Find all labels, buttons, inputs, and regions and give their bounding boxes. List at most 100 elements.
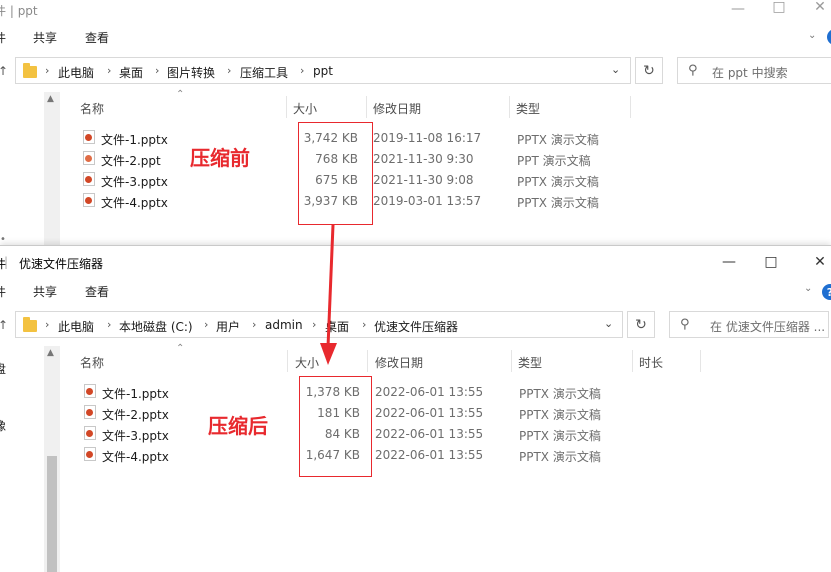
file-name: 文件-1.pptx xyxy=(102,387,169,401)
file-date: 2019-03-01 13:57 xyxy=(373,194,482,208)
sort-ascending-icon: ⌃ xyxy=(176,89,185,100)
file-date: 2019-11-08 16:17 xyxy=(373,131,482,145)
breadcrumb-this-pc[interactable]: 此电脑 xyxy=(58,318,94,335)
search-icon: ⚲ xyxy=(688,63,698,78)
breadcrumb-chevron-icon: › xyxy=(300,64,305,77)
column-divider[interactable] xyxy=(511,350,512,372)
size-highlight-box xyxy=(299,376,372,477)
column-header-size[interactable]: 大小 xyxy=(293,100,317,117)
pptx-file-icon xyxy=(84,426,96,440)
file-date: 2022-06-01 13:55 xyxy=(375,448,484,462)
column-divider[interactable] xyxy=(367,350,368,372)
breadcrumb-desktop[interactable]: 桌面 xyxy=(119,64,143,81)
breadcrumb-compress-tool[interactable]: 压缩工具 xyxy=(240,64,288,81)
breadcrumb-image-convert[interactable]: 图片转换 xyxy=(167,64,215,81)
title-prefix: 件 xyxy=(0,4,7,18)
breadcrumb-chevron-icon: › xyxy=(45,318,50,331)
file-date: 2022-06-01 13:55 xyxy=(375,385,484,399)
breadcrumb-local-disk[interactable]: 本地磁盘 (C:) xyxy=(119,318,193,335)
nav-item-disk-fragment[interactable]: 盘 xyxy=(0,360,6,377)
close-button[interactable]: ✕ xyxy=(797,0,831,22)
column-divider[interactable] xyxy=(630,96,631,118)
breadcrumb-chevron-icon: › xyxy=(155,64,160,77)
navigation-scrollbar[interactable]: ▲ xyxy=(44,346,60,572)
search-icon: ⚲ xyxy=(680,317,690,332)
file-type: PPTX 演示文稿 xyxy=(517,175,599,189)
window-title: 件 | ppt xyxy=(0,2,38,19)
size-highlight-box xyxy=(298,122,373,225)
breadcrumb-ppt[interactable]: ppt xyxy=(313,64,333,78)
column-header-duration[interactable]: 时长 xyxy=(639,354,663,371)
ribbon-tab-file[interactable]: 件 xyxy=(0,283,6,300)
file-name: 文件-4.pptx xyxy=(101,196,168,210)
close-button[interactable]: ✕ xyxy=(797,247,831,277)
navigation-scrollbar[interactable]: ▲ xyxy=(44,92,60,245)
breadcrumb-users[interactable]: 用户 xyxy=(216,318,240,335)
breadcrumb-chevron-icon: › xyxy=(107,318,112,331)
up-arrow-icon[interactable]: ↑ xyxy=(0,318,8,332)
ribbon-tab-view[interactable]: 查看 xyxy=(85,283,109,300)
nav-pane-fragment: • xyxy=(0,234,6,245)
pptx-file-icon xyxy=(83,130,95,144)
nav-item-image-fragment[interactable]: 像 xyxy=(0,417,6,434)
refresh-button[interactable]: ↻ xyxy=(627,311,655,338)
ribbon-tab-view[interactable]: 查看 xyxy=(85,29,109,46)
breadcrumb-chevron-icon: › xyxy=(45,64,50,77)
explorer-window-compressor: 件 | 优速文件压缩器 — □ ✕ 件 共享 查看 ⌄ ? ↑ › 此电脑 › … xyxy=(0,245,831,572)
scroll-up-icon[interactable]: ▲ xyxy=(47,348,54,358)
arrow-head xyxy=(320,343,337,365)
minimize-button[interactable]: — xyxy=(715,0,761,24)
pptx-file-icon xyxy=(84,384,96,398)
explorer-window-ppt: 件 | ppt — □ ✕ 件 共享 查看 ⌄ ? ↑ › 此电脑 › 桌面 ›… xyxy=(0,0,831,245)
ribbon-tab-file[interactable]: 件 xyxy=(0,29,6,46)
pptx-file-icon xyxy=(84,405,96,419)
folder-icon xyxy=(23,63,37,78)
column-divider[interactable] xyxy=(287,350,288,372)
column-divider[interactable] xyxy=(286,96,287,118)
scroll-up-icon[interactable]: ▲ xyxy=(47,94,54,104)
breadcrumb-this-pc[interactable]: 此电脑 xyxy=(58,64,94,81)
minimize-button[interactable]: — xyxy=(706,247,752,277)
column-header-type[interactable]: 类型 xyxy=(518,354,542,371)
help-icon[interactable]: ? xyxy=(827,29,831,45)
sort-ascending-icon: ⌃ xyxy=(176,343,185,354)
ribbon-tab-share[interactable]: 共享 xyxy=(33,283,57,300)
breadcrumb-compressor[interactable]: 优速文件压缩器 xyxy=(374,318,458,335)
ribbon-expand-icon[interactable]: ⌄ xyxy=(808,30,816,41)
search-box[interactable]: ⚲ 在 优速文件压缩器 ... xyxy=(669,311,829,338)
arrow-shaft xyxy=(326,225,335,348)
address-dropdown-icon[interactable]: ⌄ xyxy=(604,317,613,330)
file-date: 2022-06-01 13:55 xyxy=(375,427,484,441)
address-bar[interactable]: › 此电脑 › 桌面 › 图片转换 › 压缩工具 › ppt ⌄ xyxy=(15,57,631,84)
refresh-button[interactable]: ↻ xyxy=(635,57,663,84)
help-icon[interactable]: ? xyxy=(822,284,831,300)
address-dropdown-icon[interactable]: ⌄ xyxy=(611,63,620,76)
file-type: PPTX 演示文稿 xyxy=(519,450,601,464)
maximize-button[interactable]: □ xyxy=(748,247,794,277)
column-header-date[interactable]: 修改日期 xyxy=(375,354,423,371)
file-name: 文件-3.pptx xyxy=(102,429,169,443)
breadcrumb-chevron-icon: › xyxy=(252,318,257,331)
column-header-name[interactable]: 名称 xyxy=(80,354,104,371)
ribbon-tab-share[interactable]: 共享 xyxy=(33,29,57,46)
column-divider[interactable] xyxy=(509,96,510,118)
maximize-button[interactable]: □ xyxy=(756,0,802,22)
column-divider[interactable] xyxy=(366,96,367,118)
breadcrumb-admin[interactable]: admin xyxy=(265,318,303,332)
folder-icon xyxy=(23,317,37,332)
file-type: PPTX 演示文稿 xyxy=(517,196,599,210)
scrollbar-thumb[interactable] xyxy=(47,456,57,572)
comparison-arrow xyxy=(320,225,337,365)
column-header-name[interactable]: 名称 xyxy=(80,100,104,117)
ribbon-expand-icon[interactable]: ⌄ xyxy=(804,283,812,294)
breadcrumb-chevron-icon: › xyxy=(204,318,209,331)
search-box[interactable]: ⚲ 在 ppt 中搜索 xyxy=(677,57,831,84)
file-name: 文件-1.pptx xyxy=(101,133,168,147)
column-divider[interactable] xyxy=(700,350,701,372)
column-divider[interactable] xyxy=(632,350,633,372)
file-name: 文件-3.pptx xyxy=(101,175,168,189)
up-arrow-icon[interactable]: ↑ xyxy=(0,64,8,78)
column-header-type[interactable]: 类型 xyxy=(516,100,540,117)
column-header-date[interactable]: 修改日期 xyxy=(373,100,421,117)
pptx-file-icon xyxy=(84,447,96,461)
